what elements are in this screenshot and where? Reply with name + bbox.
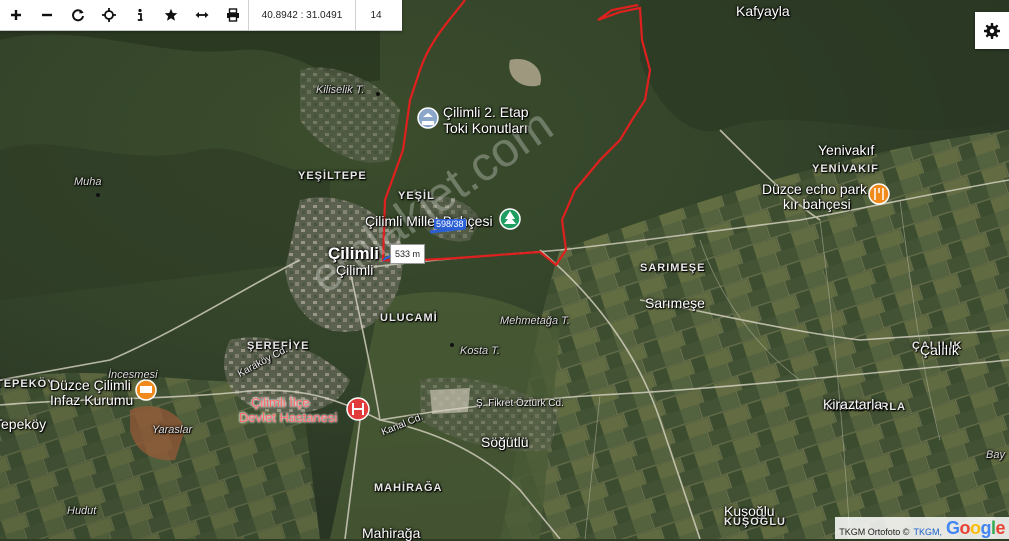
label-infaz-2: Infaz Kurumu	[50, 392, 134, 408]
label-kafyayla: Kafyayla	[736, 3, 790, 19]
poi-hospital-marker	[346, 397, 370, 421]
poi-toki-marker	[417, 107, 439, 129]
label-infaz-1: Düzce Çilimli	[50, 377, 131, 393]
label-kiraztarla: Kiraztarla	[823, 396, 883, 412]
star-icon	[164, 8, 177, 21]
attribution-link[interactable]: TKGM,	[913, 527, 942, 537]
satellite-map[interactable]	[0, 0, 1009, 539]
label-ulucami: ULUCAMİ	[380, 312, 438, 324]
refresh-button[interactable]	[62, 0, 93, 30]
label-kiliselik: Kiliselik T.	[316, 84, 365, 96]
poi-park-marker	[499, 208, 521, 230]
label-sogutlu: Söğütlü	[481, 434, 529, 450]
label-tepekoy-caps: TEPEKÖY	[0, 378, 56, 390]
label-yenivakif: Yenivakıf	[818, 142, 875, 158]
refresh-icon	[71, 9, 84, 22]
settings-button[interactable]	[975, 12, 1009, 49]
coordinate-readout: 40.8942 : 31.0491	[248, 0, 355, 30]
label-cilimli-etap-2: Toki Konutları	[443, 120, 528, 136]
print-button[interactable]	[217, 0, 248, 30]
distance-label: 533 m	[390, 244, 426, 264]
label-cilimli-etap-1: Çilimli 2. Etap	[443, 104, 529, 120]
label-kosta: Kosta T.	[460, 345, 500, 357]
attribution-text: TKGM Ortofoto ©	[839, 527, 910, 537]
label-yenivakif-caps: YENİVAKIF	[812, 163, 879, 175]
print-icon	[226, 8, 239, 22]
zoom-in-button[interactable]	[0, 0, 31, 30]
label-yaraslar: Yaraslar	[152, 424, 193, 436]
plus-icon	[10, 10, 21, 20]
map-toolbar: 40.8942 : 31.0491 14	[0, 0, 402, 31]
info-button[interactable]	[124, 0, 155, 30]
label-muha: Muha	[74, 176, 102, 188]
poi-restaurant-marker	[868, 183, 890, 205]
label-bay: Bay	[986, 449, 1005, 461]
label-hudut: Hudut	[67, 505, 97, 517]
label-sarimese-caps: SARIMEŞE	[640, 262, 706, 274]
label-duzce-echo-2: kır bahçesi	[783, 196, 851, 212]
zoom-out-button[interactable]	[31, 0, 62, 30]
info-icon	[137, 8, 142, 21]
label-cilimli: Çilimli	[336, 262, 374, 278]
label-duzce-echo-1: Düzce echo park	[762, 181, 868, 197]
favorite-button[interactable]	[155, 0, 186, 30]
measure-button[interactable]	[186, 0, 217, 30]
map-attribution: TKGM Ortofoto © TKGM, Google	[835, 517, 1009, 539]
label-kusoglu-caps: KUŞOĞLU	[724, 516, 786, 528]
label-cilimli-caps: Çilimli	[328, 244, 380, 263]
poi-prison-marker	[135, 379, 157, 401]
label-calilik: Çalılık	[920, 342, 959, 358]
label-hastane-1: Çilimli İlçe	[251, 395, 310, 410]
label-yesiltepe: YEŞİLTEPE	[298, 170, 367, 182]
label-hastane-2: Devlet Hastanesi	[239, 410, 338, 425]
label-mehmetaga: Mehmetağa T.	[500, 315, 570, 327]
locate-button[interactable]	[93, 0, 124, 30]
crosshair-icon	[101, 8, 116, 22]
label-tepekoy: Tepeköy	[0, 416, 47, 432]
minus-icon	[41, 13, 52, 17]
label-mahiraga-caps: MAHİRAĞA	[374, 482, 443, 494]
arrows-horizontal-icon	[195, 12, 208, 18]
gear-icon	[984, 22, 1000, 39]
label-cilimli-millet: Çilimli Millet Bahçesi	[365, 213, 493, 229]
zoom-level: 14	[355, 0, 396, 30]
label-fikret-cd: Ş. Fikret Öztürk Cd.	[476, 398, 564, 409]
line-label: 598/38	[434, 219, 466, 229]
label-sarimese: Sarımeşe	[645, 295, 705, 311]
label-yesil: YEŞİL	[398, 190, 435, 202]
google-logo: Google	[945, 518, 1006, 538]
